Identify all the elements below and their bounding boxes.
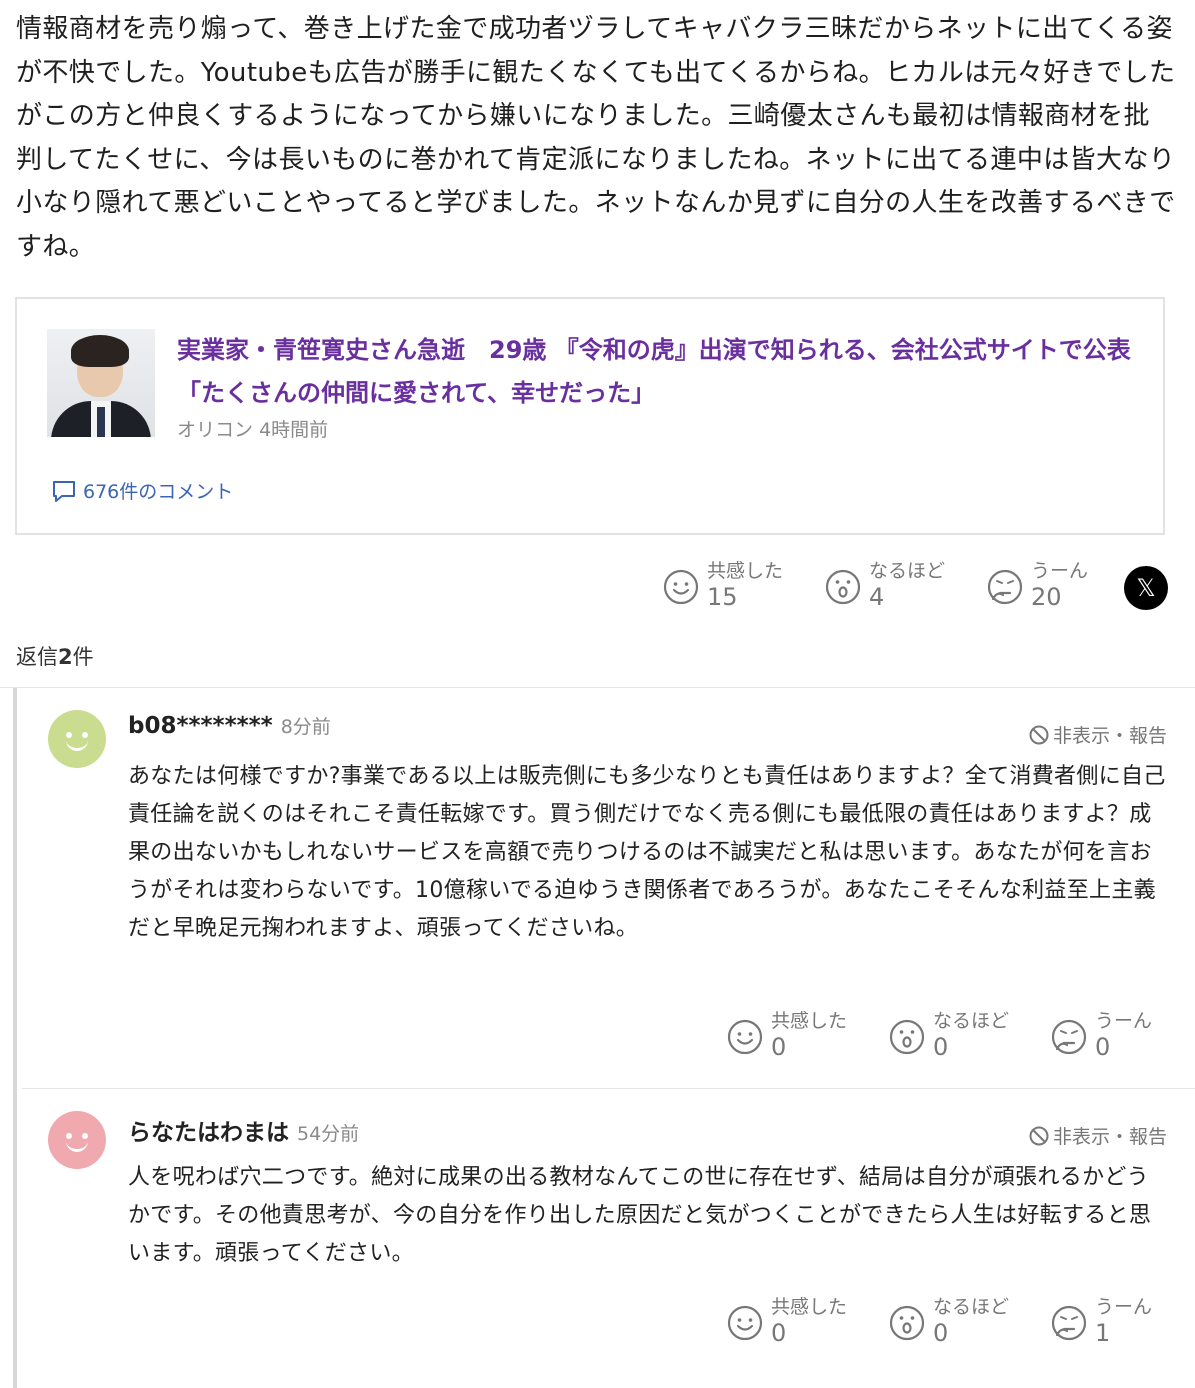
uun-button[interactable]: うーん 1 <box>1051 1296 1171 1348</box>
article-comments-link[interactable]: 676件のコメント <box>51 477 233 504</box>
naruhodo-button[interactable]: なるほど 0 <box>889 1010 1051 1062</box>
hide-report-button[interactable]: 非表示・報告 <box>1028 1122 1167 1149</box>
smile-face-icon <box>727 1305 763 1341</box>
uun-button[interactable]: うーん 20 <box>987 560 1117 612</box>
reply-item: らなたはわまは 54分前 非表示・報告 人を呪わば穴二つです。絶対に成果の出る教材… <box>22 1089 1195 1388</box>
x-share-button[interactable]: 𝕏 <box>1124 566 1168 610</box>
uun-count: 20 <box>1031 583 1062 611</box>
uun-label: うーん <box>1031 560 1089 582</box>
article-meta: オリコン 4時間前 <box>177 415 328 442</box>
x-logo-icon: 𝕏 <box>1136 574 1156 602</box>
reply-text: あなたは何様ですか?事業である以上は販売側にも多少なりとも責任はありますよ？全て… <box>128 764 1166 941</box>
block-icon <box>1029 1126 1049 1145</box>
reply-user[interactable]: b08******** 8分前 <box>128 712 331 739</box>
article-source: オリコン <box>177 419 254 441</box>
empathy-count: 15 <box>707 583 738 611</box>
smile-face-icon <box>727 1019 763 1055</box>
comments-count-label: 676件のコメント <box>83 481 234 503</box>
hide-report-button[interactable]: 非表示・報告 <box>1028 721 1167 748</box>
avatar <box>48 710 106 768</box>
replies-count[interactable]: 返信2件 <box>16 641 94 671</box>
article-thumbnail[interactable] <box>47 329 155 437</box>
surprised-face-icon <box>889 1019 925 1055</box>
reply-reactions: 共感した 0 なるほど 0 うーん 0 <box>727 1010 1171 1062</box>
avatar <box>48 1111 106 1169</box>
article-title-link[interactable]: 実業家・青笹寛史さん急逝 29歳 『令和の虎』出演で知られる、会社公式サイトで公… <box>177 329 1137 415</box>
reply-text: 人を呪わば穴二つです。絶対に成果の出る教材なんてこの世に存在せず、結局は自分が頑… <box>128 1165 1152 1266</box>
thread-line <box>13 688 17 1388</box>
thinking-face-icon <box>1051 1019 1087 1055</box>
speech-bubble-icon <box>53 480 75 502</box>
reply-time: 8分前 <box>280 716 331 738</box>
reply-item: b08******** 8分前 非表示・報告 あなたは何様ですか?事業である以上は… <box>22 688 1195 1088</box>
empathy-button[interactable]: 共感した 0 <box>727 1010 889 1062</box>
block-icon <box>1029 725 1049 744</box>
naruhodo-button[interactable]: なるほど 4 <box>825 560 987 612</box>
naruhodo-label: なるほど <box>869 560 946 582</box>
main-reactions: 共感した 15 なるほど 4 うーん 20 <box>663 560 1117 612</box>
reply-user[interactable]: らなたはわまは 54分前 <box>128 1113 359 1147</box>
surprised-face-icon <box>889 1305 925 1341</box>
article-time: 4時間前 <box>259 419 329 441</box>
naruhodo-count: 4 <box>869 583 885 611</box>
surprised-face-icon <box>825 569 861 605</box>
empathy-label: 共感した <box>707 560 784 582</box>
uun-button[interactable]: うーん 0 <box>1051 1010 1171 1062</box>
reply-time: 54分前 <box>297 1123 360 1145</box>
article-card[interactable]: 実業家・青笹寛史さん急逝 29歳 『令和の虎』出演で知られる、会社公式サイトで公… <box>15 297 1165 535</box>
thinking-face-icon <box>1051 1305 1087 1341</box>
thinking-face-icon <box>987 569 1023 605</box>
empathy-button[interactable]: 共感した 15 <box>663 560 825 612</box>
comment-body: 情報商材を売り煽って、巻き上げた金で成功者ヅラしてキャバクラ三昧だからネットに出… <box>16 14 1176 262</box>
smile-face-icon <box>663 569 699 605</box>
reply-reactions: 共感した 0 なるほど 0 うーん 1 <box>727 1296 1171 1348</box>
empathy-button[interactable]: 共感した 0 <box>727 1296 889 1348</box>
naruhodo-button[interactable]: なるほど 0 <box>889 1296 1051 1348</box>
